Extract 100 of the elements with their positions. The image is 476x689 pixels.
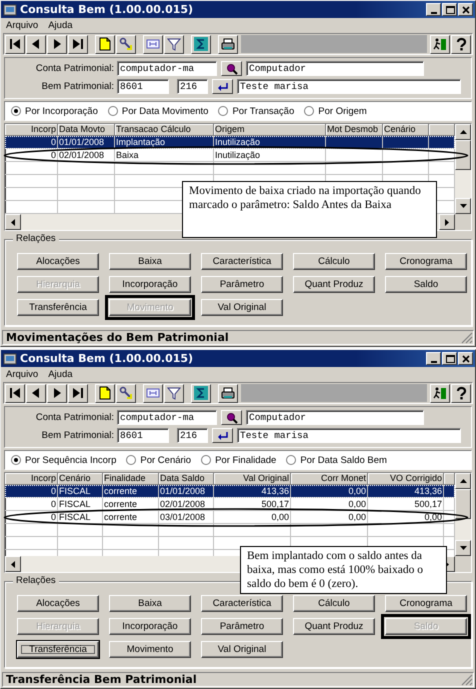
radio-button[interactable] [218,106,228,116]
minimize-button[interactable] [426,352,441,365]
column-header[interactable]: Corr Monet [291,473,368,485]
column-header[interactable]: Val Original [214,473,291,485]
minimize-button[interactable] [426,3,441,16]
lookup-button[interactable] [212,428,233,443]
maximize-button[interactable] [442,352,457,365]
toolbar-button[interactable] [218,384,238,402]
relation-button[interactable]: Característica [201,253,283,270]
relation-button[interactable]: Quant Produz [293,618,375,635]
lookup-button[interactable] [221,61,242,76]
scrollbar-thumb[interactable] [455,140,471,170]
toolbar-button[interactable] [164,34,184,54]
scroll-up-button[interactable] [455,124,471,140]
toolbar-button[interactable] [218,34,238,54]
input-field[interactable]: 8601 [117,428,169,443]
toolbar-button[interactable] [143,384,163,402]
close-button[interactable] [458,352,473,365]
close-button[interactable] [458,3,473,16]
toolbar-button[interactable] [95,34,115,54]
toolbar-button[interactable] [143,34,163,54]
radio-button[interactable] [126,455,136,465]
relation-button[interactable]: Val Original [201,641,283,658]
toolbar-button[interactable] [26,34,46,54]
relation-button[interactable]: Saldo [385,276,467,293]
relation-button[interactable]: Alocações [17,253,99,270]
toolbar-button[interactable] [26,384,46,402]
maximize-button[interactable] [442,3,457,16]
column-header[interactable]: Data Saldo [159,473,214,485]
relation-button[interactable]: Val Original [201,299,283,316]
radio-button[interactable] [11,455,21,465]
radio-label[interactable]: Por Data Movimento [122,106,208,116]
table-row[interactable]: 0 FISCAL corrente 02/01/2008 500,17 0,00 500,17 [5,498,455,511]
column-header[interactable]: Cenário [383,124,429,136]
column-header[interactable]: Incorp [5,473,58,485]
toolbar-button[interactable] [5,34,25,54]
relation-button[interactable]: Incorporação [109,618,191,635]
radio-label[interactable]: Por Data Saldo Bem [300,454,387,466]
menu-item[interactable]: Arquivo [3,368,42,380]
lookup-button[interactable] [212,79,233,94]
relation-button[interactable]: Cálculo [293,253,375,270]
toolbar-button[interactable] [451,384,471,402]
relation-button[interactable]: Baixa [109,253,191,270]
input-field[interactable]: 216 [177,79,208,94]
description-field[interactable]: Teste marisa [237,428,461,443]
radio-label[interactable]: Por Cenário [140,454,192,466]
toolbar-button[interactable] [164,384,184,402]
radio-label[interactable]: Por Origem [318,106,367,116]
toolbar-button[interactable] [47,384,67,402]
relation-button[interactable]: Cálculo [293,595,375,612]
relation-button[interactable]: Transferência [17,641,99,658]
relation-button[interactable]: Incorporação [109,276,191,293]
table-row[interactable]: 0 01/01/2008 Implantação Inutilização [5,136,455,149]
radio-label[interactable]: Por Sequência Incorp [25,454,116,466]
scrollbar-thumb[interactable] [455,489,471,519]
radio-button[interactable] [108,106,118,116]
radio-label[interactable]: Por Incorporação [25,106,98,116]
scroll-left-button[interactable] [5,214,21,230]
toolbar-button[interactable] [47,34,67,54]
radio-label[interactable]: Por Transação [232,106,294,116]
scroll-down-button[interactable] [455,540,471,556]
relation-button[interactable]: Baixa [109,595,191,612]
toolbar-button[interactable] [68,34,88,54]
relation-button[interactable]: Parâmetro [201,276,283,293]
toolbar-button[interactable] [430,34,450,54]
menu-item[interactable]: Ajuda [45,20,76,30]
relation-button[interactable]: Transferência [17,299,99,316]
relation-button[interactable]: Cronograma [385,253,467,270]
toolbar-button[interactable] [95,384,115,402]
input-field[interactable]: computador-ma [117,410,217,425]
input-field[interactable]: computador-ma [117,61,217,76]
description-field[interactable]: Computador [246,410,424,425]
column-header[interactable]: VO Corrigido [368,473,444,485]
scroll-right-button[interactable] [439,214,455,230]
column-header[interactable]: Finalidade [103,473,159,485]
menu-item[interactable]: Arquivo [3,20,42,30]
column-header[interactable]: Mot Desmob [326,124,383,136]
toolbar-button[interactable] [5,384,25,402]
column-header[interactable]: Data Movto [58,124,115,136]
relation-button[interactable]: Movimento [109,641,191,658]
radio-button[interactable] [304,106,314,116]
radio-button[interactable] [201,455,212,465]
column-header[interactable]: Origem [214,124,326,136]
toolbar-button[interactable] [68,384,88,402]
relation-button[interactable]: Quant Produz [293,276,375,293]
radio-label[interactable]: Por Finalidade [215,454,276,466]
toolbar-button[interactable] [191,384,211,402]
column-header[interactable]: Cenário [58,473,103,485]
input-field[interactable]: 8601 [117,79,169,94]
scroll-down-button[interactable] [455,198,471,214]
toolbar-button[interactable] [191,34,211,54]
toolbar-button[interactable] [116,34,136,54]
description-field[interactable]: Computador [246,61,424,76]
lookup-button[interactable] [221,410,242,425]
relation-button[interactable]: Parâmetro [201,618,283,635]
relation-button[interactable]: Alocações [17,595,99,612]
scroll-up-button[interactable] [455,473,471,489]
input-field[interactable]: 216 [177,428,208,443]
toolbar-button[interactable] [451,34,471,54]
relation-button[interactable]: Cronograma [385,595,467,612]
